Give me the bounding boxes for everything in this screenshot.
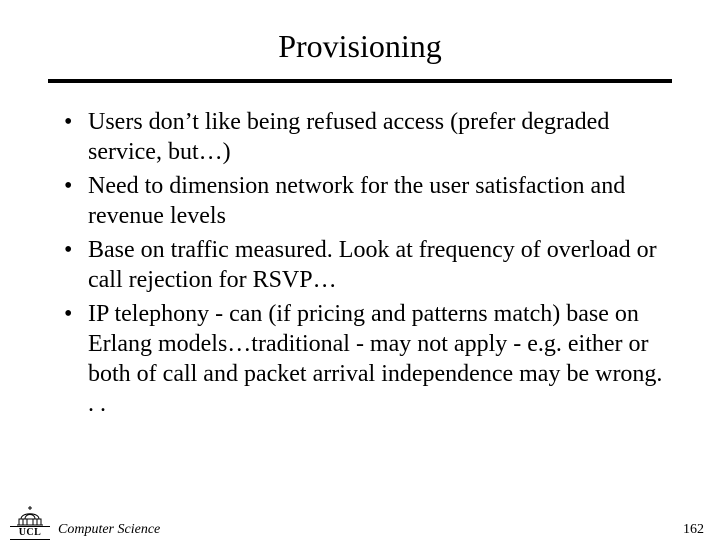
page-number: 162 — [683, 522, 704, 540]
footer: UCL Computer Science 162 — [0, 504, 720, 540]
list-item: Need to dimension network for the user s… — [64, 171, 672, 231]
ucl-logo: UCL — [10, 504, 50, 540]
page-title: Provisioning — [48, 28, 672, 65]
ucl-dome-icon — [11, 504, 49, 526]
department-label: Computer Science — [58, 522, 160, 540]
title-rule — [48, 79, 672, 83]
footer-left: UCL Computer Science — [10, 504, 160, 540]
list-item: Base on traffic measured. Look at freque… — [64, 235, 672, 295]
bullet-list: Users don’t like being refused access (p… — [48, 107, 672, 419]
list-item: Users don’t like being refused access (p… — [64, 107, 672, 167]
slide: Provisioning Users don’t like being refu… — [0, 0, 720, 554]
logo-text: UCL — [10, 526, 50, 540]
list-item: IP telephony - can (if pricing and patte… — [64, 299, 672, 419]
